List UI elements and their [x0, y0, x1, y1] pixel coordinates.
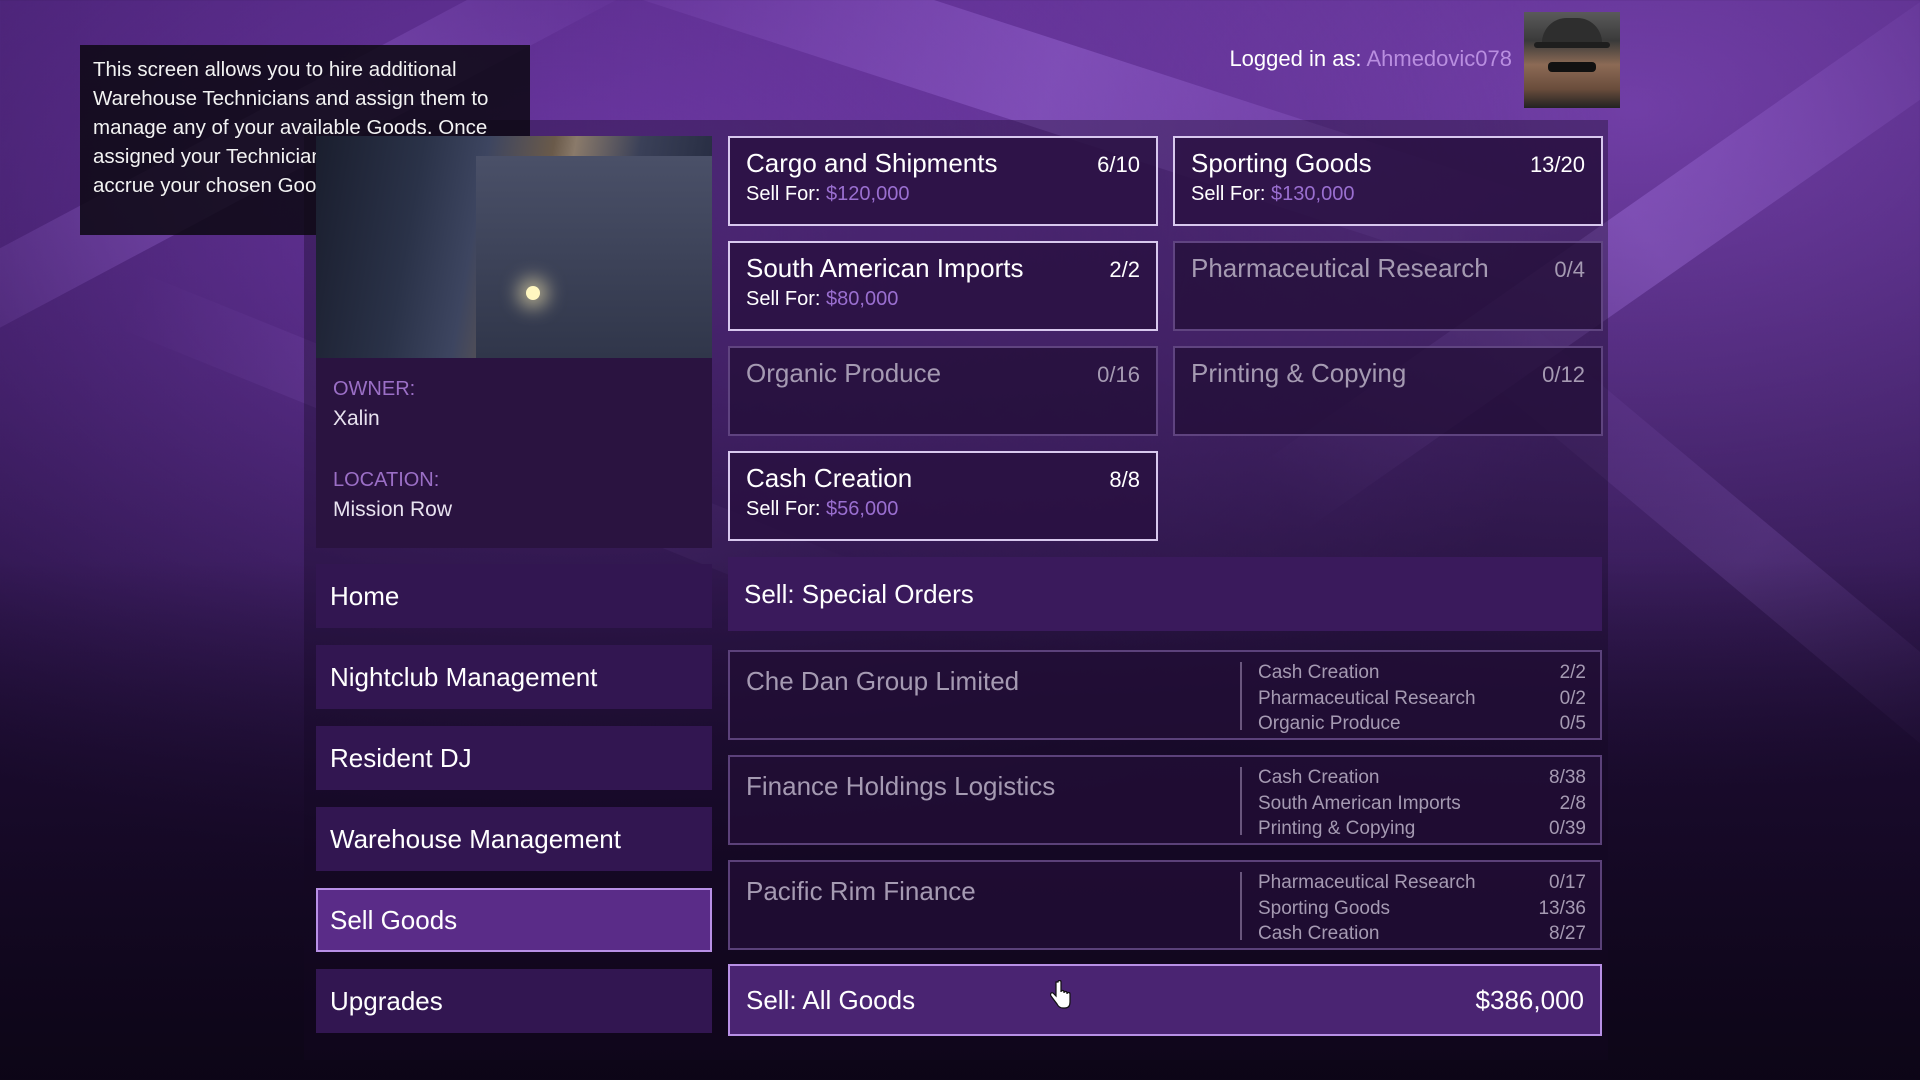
location-label: LOCATION:	[333, 469, 440, 491]
sell-all-goods-button[interactable]: Sell: All Goods $386,000	[728, 964, 1602, 1036]
goods-name: Pharmaceutical Research	[1191, 253, 1489, 283]
goods-name: South American Imports	[746, 253, 1024, 283]
order-item: South American Imports 2/8	[1258, 792, 1586, 814]
nav-warehouse-management[interactable]: Warehouse Management	[316, 807, 712, 871]
login-status: Logged in as: Ahmedovic078	[1229, 46, 1512, 72]
logged-in-label: Logged in as:	[1229, 46, 1362, 71]
property-photo	[316, 136, 712, 358]
property-info: OWNER: Xalin LOCATION: Mission Row	[316, 358, 712, 548]
goods-name: Printing & Copying	[1191, 358, 1407, 388]
order-item: Printing & Copying 0/39	[1258, 818, 1586, 839]
order-item: Pharmaceutical Research 0/2	[1258, 687, 1586, 709]
order-item: Cash Creation 8/38	[1258, 767, 1586, 788]
owner-label: OWNER:	[333, 378, 416, 400]
goods-sell-price: Sell For: $80,000	[746, 288, 899, 310]
nav-nightclub-management[interactable]: Nightclub Management	[316, 645, 712, 709]
goods-card-organic: Organic Produce 0/16	[728, 346, 1158, 436]
goods-count: 0/16	[1097, 362, 1140, 387]
goods-card-sporting[interactable]: Sporting Goods 13/20 Sell For: $130,000	[1173, 136, 1603, 226]
goods-count: 13/20	[1529, 152, 1585, 177]
goods-name: Organic Produce	[746, 358, 942, 388]
special-order-row[interactable]: Finance Holdings Logistics Cash Creation…	[728, 755, 1602, 845]
goods-card-south-american[interactable]: South American Imports 2/2 Sell For: $80…	[728, 241, 1158, 331]
goods-card-printing: Printing & Copying 0/12	[1173, 346, 1603, 436]
goods-sell-price: Sell For: $56,000	[746, 498, 899, 520]
order-item: Sporting Goods 13/36	[1258, 897, 1586, 919]
special-orders-header[interactable]: Sell: Special Orders	[728, 557, 1602, 631]
avatar	[1524, 12, 1620, 108]
hand-cursor-icon	[1050, 980, 1071, 1009]
goods-card-pharmaceutical: Pharmaceutical Research 0/4	[1173, 241, 1603, 331]
location-value: Mission Row	[333, 498, 453, 521]
goods-count: 6/10	[1097, 152, 1140, 177]
goods-count: 2/2	[1109, 257, 1140, 282]
owner-value: Xalin	[333, 407, 380, 430]
goods-count: 0/4	[1554, 257, 1585, 282]
nav-resident-dj[interactable]: Resident DJ	[316, 726, 712, 790]
goods-sell-price: Sell For: $130,000	[1191, 183, 1355, 205]
special-order-row[interactable]: Pacific Rim Finance Pharmaceutical Resea…	[728, 860, 1602, 950]
nav-upgrades[interactable]: Upgrades	[316, 969, 712, 1033]
order-name: Che Dan Group Limited	[746, 666, 1020, 696]
order-item: Pharmaceutical Research 0/17	[1258, 872, 1586, 893]
sell-all-total: $386,000	[1475, 984, 1584, 1015]
special-order-row[interactable]: Che Dan Group Limited Cash Creation 2/2 P…	[728, 650, 1602, 740]
order-name: Pacific Rim Finance	[746, 876, 976, 906]
goods-name: Cargo and Shipments	[746, 148, 998, 178]
order-name: Finance Holdings Logistics	[746, 771, 1056, 801]
order-item: Cash Creation 8/27	[1258, 923, 1586, 944]
goods-card-cargo[interactable]: Cargo and Shipments 6/10 Sell For: $120,…	[728, 136, 1158, 226]
goods-name: Cash Creation	[746, 463, 913, 493]
goods-count: 0/12	[1542, 362, 1585, 387]
username: Ahmedovic078	[1366, 46, 1512, 71]
goods-sell-price: Sell For: $120,000	[746, 183, 910, 205]
order-item: Organic Produce 0/5	[1258, 713, 1586, 734]
nav-home[interactable]: Home	[316, 564, 712, 628]
nav-sell-goods[interactable]: Sell Goods	[316, 888, 712, 952]
goods-card-cash[interactable]: Cash Creation 8/8 Sell For: $56,000	[728, 451, 1158, 541]
order-item: Cash Creation 2/2	[1258, 662, 1586, 683]
goods-name: Sporting Goods	[1191, 148, 1372, 178]
goods-count: 8/8	[1109, 467, 1140, 492]
sell-all-label: Sell: All Goods	[746, 984, 916, 1015]
